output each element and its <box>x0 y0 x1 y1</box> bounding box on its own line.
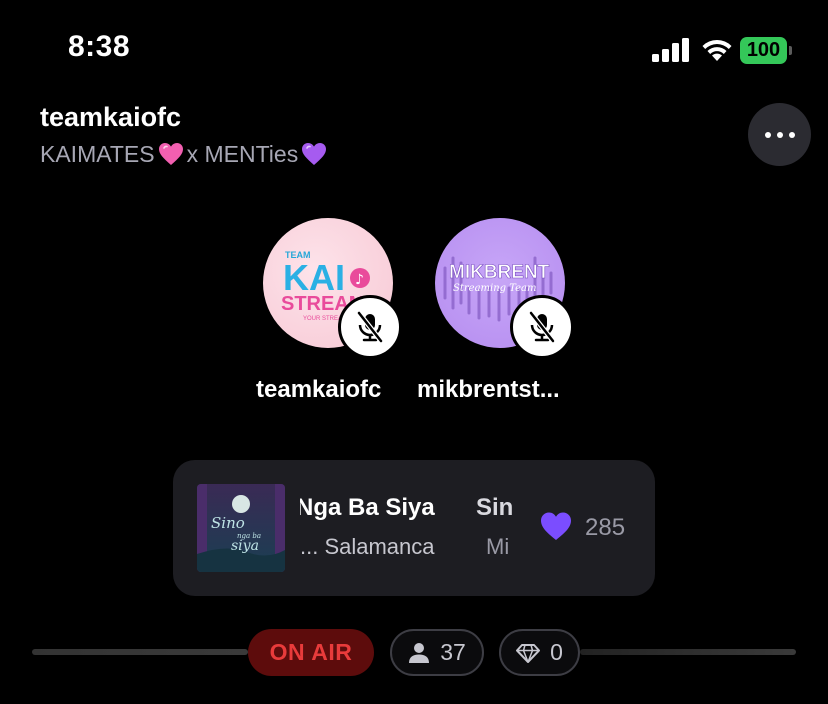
song-artist: ... Salamanca <box>300 534 435 559</box>
cellular-signal-icon <box>652 38 689 62</box>
battery-indicator: 100 <box>740 37 792 64</box>
status-time: 8:38 <box>68 30 131 63</box>
heart-like-icon[interactable] <box>539 510 573 542</box>
on-air-badge: ON AIR <box>248 629 374 676</box>
speaker-2-mute-badge <box>510 295 574 359</box>
like-count: 285 <box>585 514 626 541</box>
divider-left <box>32 649 248 655</box>
person-icon <box>409 642 430 663</box>
album-art-image: Sino nga ba siya <box>197 484 285 572</box>
listener-count: 37 <box>440 639 466 665</box>
song-title: Nga Ba Siya <box>300 494 435 521</box>
mic-off-icon <box>529 311 555 343</box>
album-cover[interactable]: Sino nga ba siya <box>197 484 285 572</box>
subtitle-text-1: KAIMATES <box>40 140 155 167</box>
avatar-text-streaming-team: Streaming Team <box>453 283 537 294</box>
more-options-button[interactable] <box>748 103 811 166</box>
speaker-name[interactable]: mikbrentst... <box>417 376 587 404</box>
gem-count: 0 <box>550 639 563 665</box>
diamond-icon <box>516 643 541 663</box>
ellipsis-icon <box>764 131 771 138</box>
gem-count-pill[interactable]: 0 <box>499 629 580 676</box>
room-subtitle: KAIMATES x MENTies <box>40 140 328 168</box>
svg-text:♪: ♪ <box>355 272 364 288</box>
avatar-text-kai: KAI <box>283 257 345 298</box>
room-host-name[interactable]: teamkaiofc <box>40 102 181 133</box>
ellipsis-dot <box>776 131 783 138</box>
listener-count-pill[interactable]: 37 <box>390 629 484 676</box>
next-song-title: Sin <box>476 494 514 521</box>
pink-heart-icon <box>158 143 183 165</box>
battery-level: 100 <box>740 37 787 64</box>
cover-text-sino: Sino <box>211 514 245 532</box>
speaker-1-mute-badge <box>338 295 402 359</box>
subtitle-text-2: x MENTies <box>186 140 299 167</box>
purple-heart-icon <box>302 143 327 165</box>
divider-right <box>580 649 796 655</box>
battery-tip <box>789 46 792 55</box>
cover-text-siya: siya <box>231 538 259 554</box>
wifi-icon <box>702 39 732 61</box>
now-playing-marquee[interactable]: Nga Ba Siya Sin ... Salamanca Mi <box>300 488 514 568</box>
speaker-name[interactable]: teamkaiofc <box>256 376 406 404</box>
mic-off-icon <box>357 311 383 343</box>
next-song-artist: Mi <box>486 534 510 559</box>
ellipsis-dot <box>788 131 795 138</box>
avatar-text-mikbrent: MIKBRENT <box>449 262 550 283</box>
